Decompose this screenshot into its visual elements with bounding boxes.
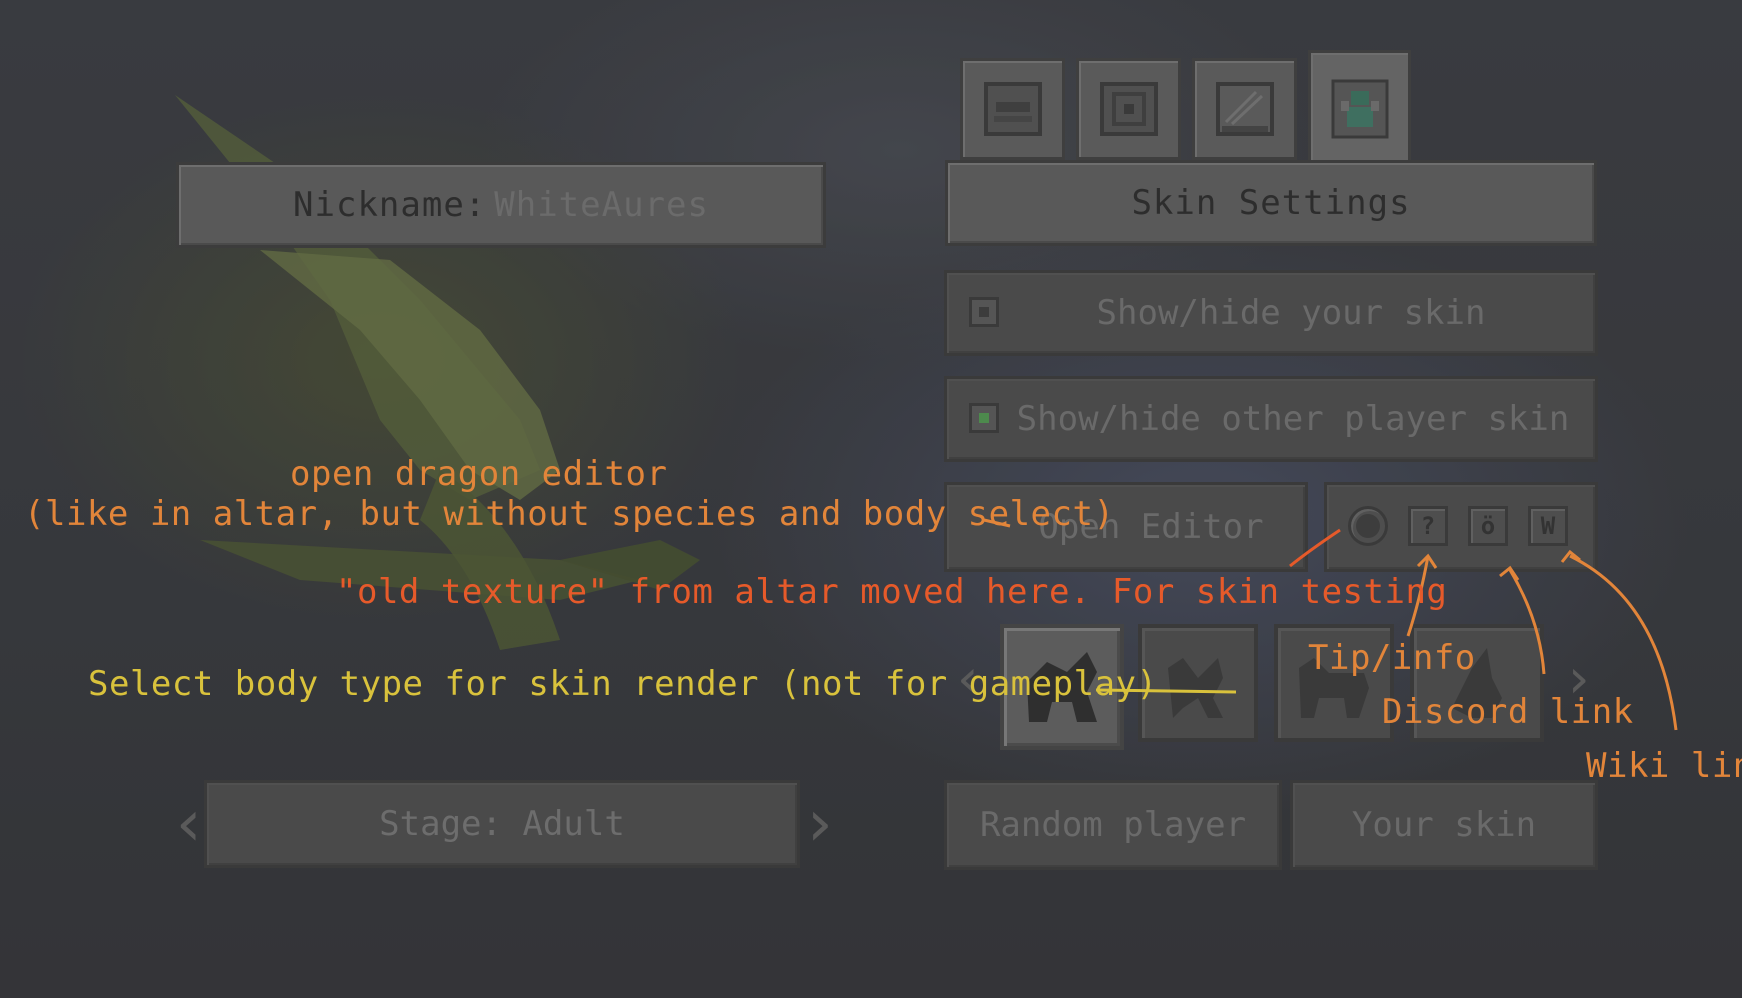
annotation-open-editor-1: open dragon editor	[290, 454, 668, 494]
annotation-tip-info: Tip/info	[1308, 638, 1476, 678]
annotation-body-type: Select body type for skin render (not fo…	[88, 664, 1158, 704]
annotation-discord: Discord link	[1382, 692, 1634, 732]
annotation-old-texture: "old texture" from altar moved here. For…	[336, 572, 1448, 612]
annotation-open-editor-2: (like in altar, but without species and …	[24, 494, 1115, 534]
annotation-wiki: Wiki link	[1586, 746, 1742, 786]
